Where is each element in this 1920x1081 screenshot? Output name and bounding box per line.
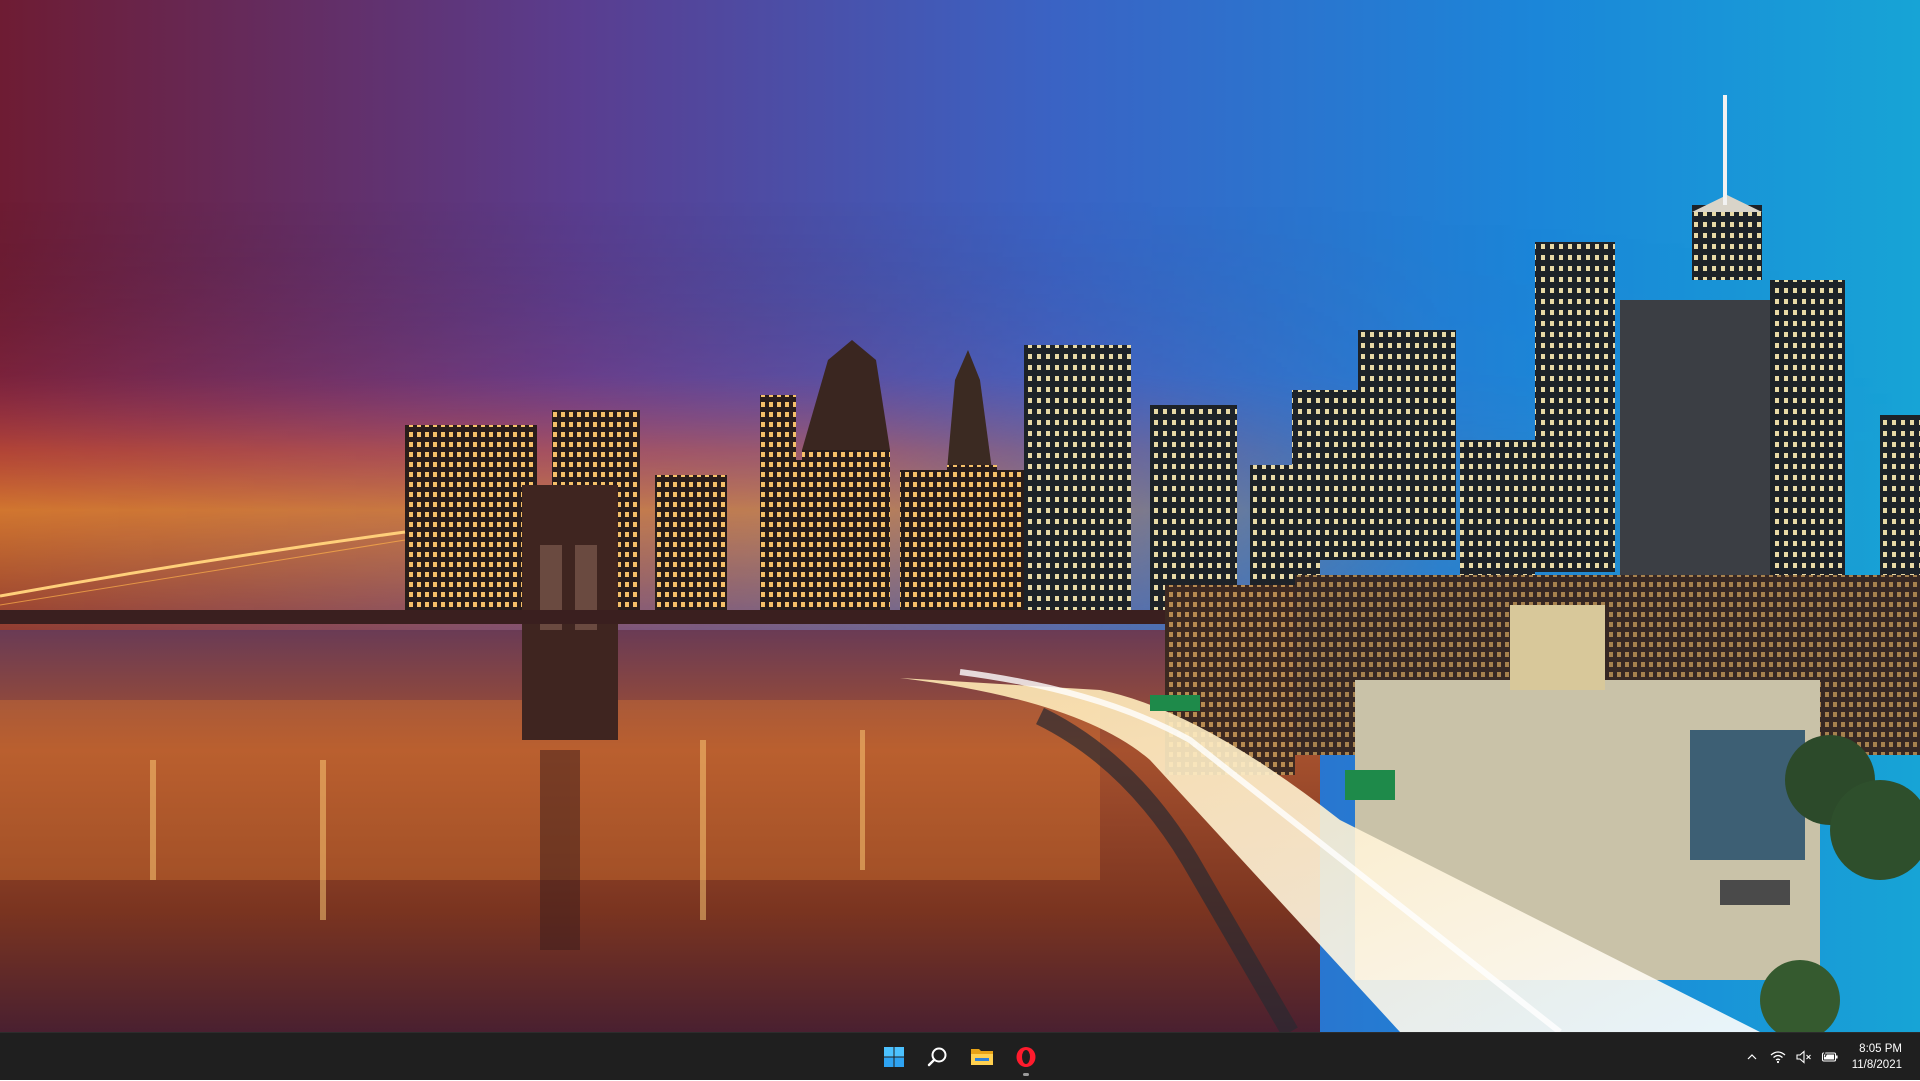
- desktop-wallpaper: [0, 0, 1920, 1032]
- system-tray: 8:05 PM 11/8/2021: [1740, 1033, 1908, 1081]
- taskbar-apps: [874, 1033, 1046, 1081]
- taskbar: 8:05 PM 11/8/2021: [0, 1032, 1920, 1080]
- network-button[interactable]: [1766, 1041, 1790, 1073]
- battery-charging-icon: [1821, 1050, 1838, 1062]
- search-button[interactable]: [918, 1037, 958, 1077]
- show-hidden-icons-button[interactable]: [1740, 1041, 1764, 1073]
- city-skyline-wallpaper: [0, 0, 1920, 1032]
- clock-button[interactable]: 8:05 PM 11/8/2021: [1844, 1037, 1908, 1077]
- file-explorer-icon: [971, 1049, 993, 1065]
- opera-browser-button[interactable]: [1006, 1037, 1046, 1077]
- chevron-up-icon: [1747, 1054, 1757, 1060]
- clock-date: 11/8/2021: [1851, 1059, 1902, 1071]
- volume-muted-icon: [1796, 1050, 1811, 1064]
- search-icon: [927, 1047, 947, 1067]
- wifi-icon: [1770, 1051, 1786, 1064]
- volume-button[interactable]: [1792, 1041, 1816, 1073]
- clock-time: 8:05 PM: [1859, 1043, 1902, 1055]
- file-explorer-button[interactable]: [962, 1037, 1002, 1077]
- battery-button[interactable]: [1818, 1041, 1842, 1073]
- windows-start-icon: [884, 1047, 904, 1067]
- running-indicator: [1023, 1073, 1029, 1076]
- opera-browser-icon: [1016, 1047, 1036, 1067]
- start-button[interactable]: [874, 1037, 914, 1077]
